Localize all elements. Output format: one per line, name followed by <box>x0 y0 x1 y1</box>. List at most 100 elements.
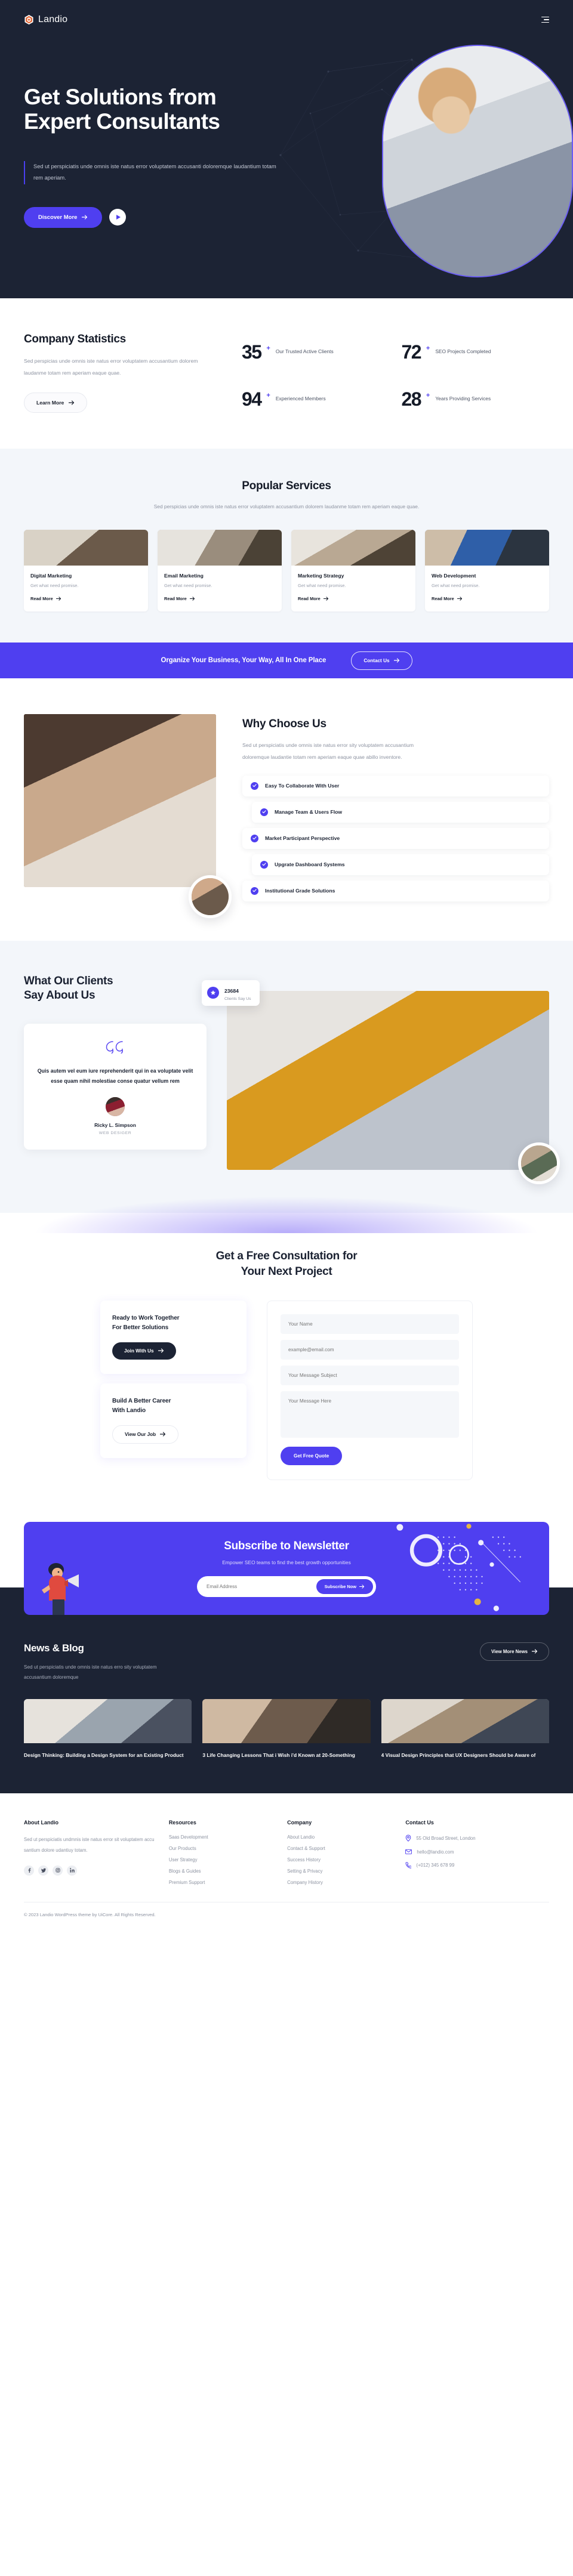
email-field[interactable] <box>281 1339 459 1360</box>
service-read-more-link[interactable]: Read More <box>164 596 195 601</box>
blog-post-card[interactable]: 3 Life Changing Lessons That i Wish i'd … <box>202 1699 371 1760</box>
service-description: Get what need promise. <box>432 583 480 589</box>
feature-item[interactable]: Manage Team & Users Flow <box>252 801 549 823</box>
why-description: Sed ut perspiciatis unde omnis iste natu… <box>242 742 414 760</box>
services-grid: Digital Marketing Get what need promise.… <box>0 530 573 612</box>
social-links <box>24 1865 157 1876</box>
check-circle-icon <box>251 834 258 842</box>
instagram-icon[interactable] <box>53 1865 63 1876</box>
view-more-news-button[interactable]: View More News <box>480 1642 549 1661</box>
star-icon <box>207 987 219 999</box>
feature-item[interactable]: Easy To Collaborate With User <box>242 775 549 796</box>
stat-value: 28 <box>401 388 422 410</box>
facebook-icon[interactable] <box>24 1865 34 1876</box>
service-body: Web Development Get what need promise. R… <box>425 566 549 611</box>
brand-logo[interactable]: Landio <box>24 14 67 25</box>
blog-header: News & Blog Sed ut perspiciatis unde omn… <box>24 1642 549 1682</box>
testimonial-float-photo <box>521 1145 557 1181</box>
service-read-more-link[interactable]: Read More <box>30 596 61 601</box>
contact-email[interactable]: hello@landio.com <box>417 1849 454 1855</box>
testimonial-card: Quis autem vel eum iure reprehenderit qu… <box>24 1023 207 1150</box>
hero-actions: Discover More <box>24 206 358 228</box>
clients-count-label: Clients Say Us <box>224 996 251 1001</box>
consultation-form: Get Free Quote <box>267 1300 473 1480</box>
service-read-more-link[interactable]: Read More <box>432 596 463 601</box>
clients-badge-text: 23684 Clients Say Us <box>224 985 251 1001</box>
service-card[interactable]: Digital Marketing Get what need promise.… <box>24 530 148 612</box>
feature-label: Institutional Grade Solutions <box>265 888 335 894</box>
blog-post-title: 3 Life Changing Lessons That i Wish i'd … <box>202 1752 355 1759</box>
newsletter-form: Subscribe Now <box>197 1576 376 1597</box>
learn-more-button[interactable]: Learn More <box>24 392 88 413</box>
footer-heading: Resources <box>168 1820 196 1826</box>
message-field[interactable] <box>281 1391 459 1438</box>
footer-link[interactable]: Our Products <box>169 1846 275 1851</box>
play-video-button[interactable] <box>109 209 127 226</box>
blog-heading: News & Blog <box>24 1642 84 1654</box>
stat-item: 35 + Our Trusted Active Clients <box>242 342 390 366</box>
subscribe-now-button[interactable]: Subscribe Now <box>316 1579 373 1594</box>
service-card[interactable]: Marketing Strategy Get what need promise… <box>291 530 415 612</box>
contact-address-row: 55 Old Broad Street, London <box>405 1834 549 1842</box>
footer-link[interactable]: Company History <box>287 1880 393 1885</box>
hero-content: Get Solutions from Expert Consultants Se… <box>0 25 358 228</box>
testimonials-left: What Our Clients Say About Us Quis autem… <box>24 974 207 1170</box>
service-card[interactable]: Web Development Get what need promise. R… <box>425 530 549 612</box>
feature-item[interactable]: Market Participant Perspective <box>242 827 549 849</box>
testimonial-author: Ricky L. Simpson <box>94 1122 136 1129</box>
quote-icon <box>106 1041 124 1054</box>
arrow-right-icon <box>158 1348 164 1353</box>
linkedin-icon[interactable] <box>67 1865 77 1876</box>
contact-phone[interactable]: (+012) 345 678 99 <box>416 1862 454 1868</box>
footer-link[interactable]: Contact & Support <box>287 1846 393 1851</box>
stat-suffix: + <box>426 391 430 399</box>
footer-link[interactable]: About Landio <box>287 1834 393 1840</box>
view-our-job-label: View Our Job <box>125 1431 156 1437</box>
consultation-section: Get a Free Consultation for Your Next Pr… <box>0 1191 573 1504</box>
contact-us-button[interactable]: Contact Us <box>351 651 412 670</box>
footer-column-resources: Resources Saas Development Our Products … <box>169 1820 275 1885</box>
consultation-body: Ready to Work Together For Better Soluti… <box>24 1300 549 1480</box>
join-with-us-button[interactable]: Join With Us <box>112 1342 176 1360</box>
footer-link[interactable]: Setting & Privacy <box>287 1868 393 1874</box>
blog-post-title: Design Thinking: Building a Design Syste… <box>24 1752 184 1759</box>
blog-post-card[interactable]: Design Thinking: Building a Design Syste… <box>24 1699 192 1760</box>
testimonial-float-image <box>518 1142 560 1184</box>
newsletter-wrapper: Subscribe to Newsletter Empower SEO team… <box>0 1504 573 1615</box>
stat-label: Our Trusted Active Clients <box>275 348 334 354</box>
service-read-more-link[interactable]: Read More <box>298 596 329 601</box>
company-statistics-section: Company Statistics Sed perspicias unde o… <box>0 298 573 449</box>
statistics-intro: Company Statistics Sed perspicias unde o… <box>24 333 206 413</box>
footer-link[interactable]: User Strategy <box>169 1857 275 1862</box>
footer-link[interactable]: Success History <box>287 1857 393 1862</box>
footer-column-company: Company About Landio Contact & Support S… <box>287 1820 393 1885</box>
feature-item[interactable]: Institutional Grade Solutions <box>242 880 549 901</box>
feature-item[interactable]: Upgrate Dashboard Systems <box>252 854 549 875</box>
footer-link[interactable]: Blogs & Guides <box>169 1868 275 1874</box>
newsletter-decoration <box>396 1523 521 1611</box>
view-more-news-label: View More News <box>491 1648 528 1654</box>
join-with-us-label: Join With Us <box>124 1348 154 1354</box>
feature-label: Upgrate Dashboard Systems <box>275 861 345 868</box>
subject-field[interactable] <box>281 1365 459 1385</box>
view-our-job-button[interactable]: View Our Job <box>112 1425 179 1444</box>
consultation-heading: Get a Free Consultation for Your Next Pr… <box>24 1249 549 1280</box>
service-body: Marketing Strategy Get what need promise… <box>291 566 415 611</box>
testimonials-section: What Our Clients Say About Us Quis autem… <box>0 940 573 1213</box>
get-free-quote-button[interactable]: Get Free Quote <box>281 1446 343 1465</box>
page-root: Landio Get Solutions from Expert Consult… <box>0 0 573 1932</box>
footer-link[interactable]: Saas Development <box>169 1834 275 1840</box>
name-field[interactable] <box>281 1314 459 1334</box>
services-header: Popular Services Sed perspicias unde omn… <box>0 480 573 512</box>
service-card[interactable]: Email Marketing Get what need promise. R… <box>158 530 282 612</box>
blog-post-card[interactable]: 4 Visual Design Principles that UX Desig… <box>381 1699 549 1760</box>
discover-more-button[interactable]: Discover More <box>24 206 103 228</box>
testimonials-heading-line-1: What Our Clients <box>24 974 113 987</box>
hamburger-menu-icon[interactable] <box>541 16 549 23</box>
service-description: Get what need promise. <box>164 583 212 589</box>
twitter-icon[interactable] <box>38 1865 48 1876</box>
newsletter-email-input[interactable] <box>207 1583 312 1589</box>
hero-photo-consultants <box>383 46 572 276</box>
blog-heading-block: News & Blog Sed ut perspiciatis unde omn… <box>24 1642 173 1682</box>
footer-link[interactable]: Premium Support <box>169 1880 275 1885</box>
